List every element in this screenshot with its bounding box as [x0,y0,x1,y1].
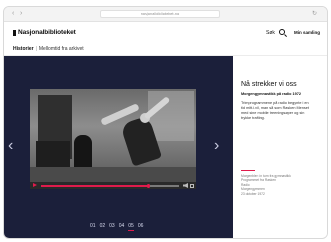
fullscreen-icon[interactable] [190,183,194,188]
address-bar[interactable]: nasjonalbiblioteket.no [100,10,220,18]
play-icon[interactable] [33,183,37,187]
story-body: Trimprogrammene på radio begynte i en ti… [241,101,309,120]
reload-icon[interactable]: ↻ [312,10,317,17]
photo-floor [30,167,196,182]
archive-photo [30,89,196,182]
slide-page-06[interactable]: 06 [138,223,144,231]
my-collection-link[interactable]: Min samling [294,30,320,35]
site-header: Nasjonalbiblioteket Søk Min samling Hist… [4,22,327,56]
photo-piano [36,141,70,169]
photo-wall-light [148,91,194,141]
tablet-device: ‹ › nasjonalbiblioteket.no ↻ Nasjonalbib… [3,6,328,239]
photo-seated-person [74,135,92,169]
volume-icon[interactable] [183,183,188,188]
logo-icon[interactable] [13,30,16,36]
story-metadata: Morgenbler: in turn fra gymnastikk Progra… [241,174,291,196]
slide-page-02[interactable]: 02 [100,223,106,231]
slide-page-05[interactable]: 05 [128,223,134,231]
browser-chrome: ‹ › nasjonalbiblioteket.no ↻ [4,7,327,22]
slide-page-04[interactable]: 04 [119,223,125,231]
story-subtitle: Morgengymnastikk på radio 1972 [241,92,301,96]
breadcrumb-section[interactable]: Historier [13,46,34,52]
video-progress-fill [41,185,149,187]
metadata-line: 23 oktober 1972 [241,191,265,196]
video-controls [30,182,196,189]
slideshow-stage: ‹ › 01 02 03 04 05 06 [4,56,233,238]
video-progress-bar[interactable] [41,184,179,188]
accent-divider [241,170,255,171]
forward-icon[interactable]: › [20,10,22,18]
video-progress-handle[interactable] [146,184,151,188]
slide-page-01[interactable]: 01 [90,223,96,231]
previous-slide-icon[interactable]: ‹ [8,138,13,154]
breadcrumb-separator: | [35,46,37,52]
slide-page-03[interactable]: 03 [109,223,115,231]
breadcrumb: Historier | Mellomtid fra arkivet [13,46,84,52]
breadcrumb-page: Mellomtid fra arkivet [38,46,84,52]
video-player[interactable] [30,89,196,189]
slide-pager: 01 02 03 04 05 06 [90,223,143,231]
site-logo[interactable]: Nasjonalbiblioteket [18,29,76,36]
back-icon[interactable]: ‹ [12,10,14,18]
search-button[interactable]: Søk [266,30,275,36]
story-info-panel: Nå strekker vi oss Morgengymnastikk på r… [233,56,327,238]
search-icon[interactable] [279,29,285,35]
next-slide-icon[interactable]: › [214,138,219,154]
story-title: Nå strekker vi oss [241,81,297,88]
screenshot-frame: ‹ › nasjonalbiblioteket.no ↻ Nasjonalbib… [0,0,331,242]
